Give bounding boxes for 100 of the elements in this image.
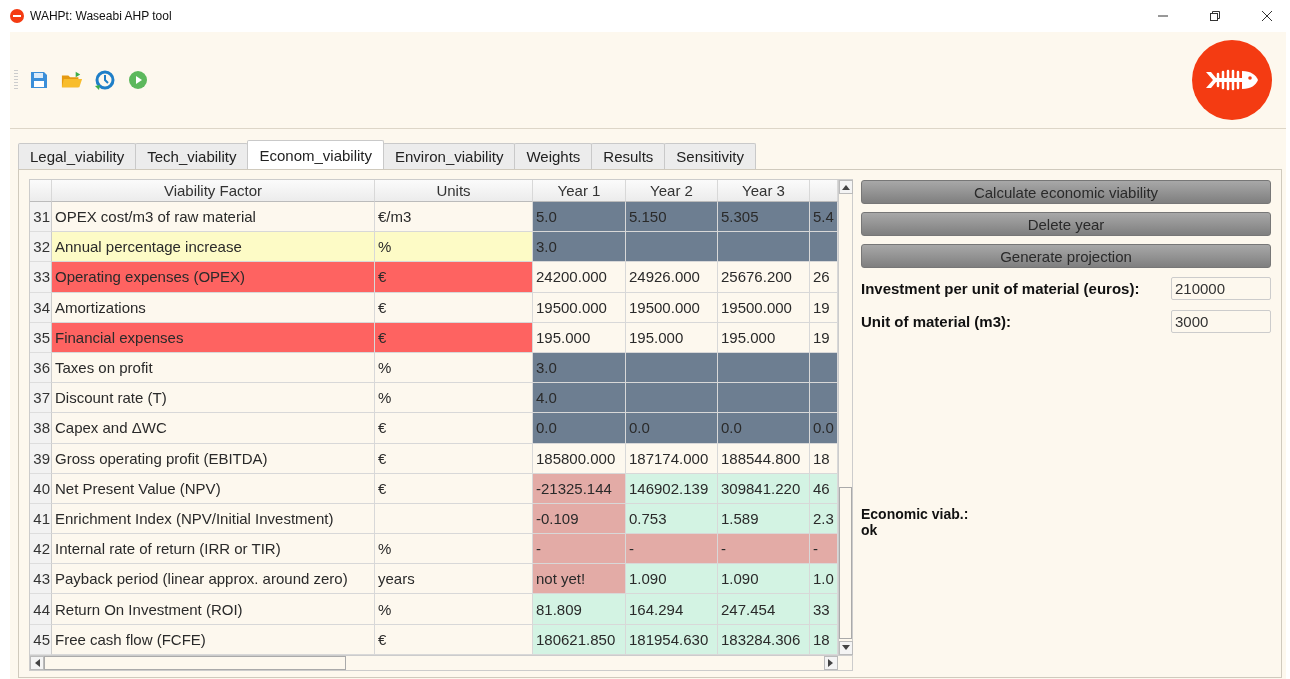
table-cell: € <box>375 624 533 655</box>
table-cell: € <box>375 292 533 323</box>
table-cell: 19500.000 <box>533 292 626 323</box>
table-cell: €/m3 <box>375 202 533 233</box>
table-cell: 18 <box>810 624 838 655</box>
tab[interactable]: Weights <box>514 143 593 169</box>
table-cell: 180621.850 <box>533 624 626 655</box>
table-cell: Financial expenses <box>52 322 375 353</box>
tab[interactable]: Tech_viability <box>135 143 249 169</box>
table-cell: 3.0 <box>533 352 626 384</box>
scroll-right-button[interactable] <box>824 656 838 670</box>
table-cell: 195.000 <box>718 322 810 353</box>
row-number: 41 <box>30 503 52 535</box>
table-cell: 0.0 <box>810 413 838 444</box>
table-cell: € <box>375 413 533 444</box>
row-number: 42 <box>30 534 52 565</box>
folder-icon <box>61 70 83 90</box>
scroll-thumb[interactable] <box>839 487 852 639</box>
table-cell: - <box>810 534 838 565</box>
restore-icon <box>1209 10 1221 22</box>
action-button[interactable]: Calculate economic viability <box>861 180 1271 204</box>
tab[interactable]: Legal_viability <box>18 143 137 169</box>
table-cell: - <box>626 534 718 565</box>
table-cell: 1.090 <box>718 564 810 595</box>
triangle-up-icon <box>842 184 850 190</box>
table-cell: 1.090 <box>626 564 718 595</box>
row-number: 44 <box>30 594 52 625</box>
window-title: WAHPt: Waseabi AHP tool <box>30 9 173 23</box>
triangle-left-icon <box>34 659 40 667</box>
action-button[interactable]: Delete year <box>861 212 1271 236</box>
table-cell: % <box>375 534 533 565</box>
table-cell: 25676.200 <box>718 262 810 293</box>
table-cell: Annual percentage increase <box>52 232 375 263</box>
table-cell: 0.0 <box>718 413 810 444</box>
vertical-scrollbar[interactable] <box>838 180 852 655</box>
row-number: 39 <box>30 443 52 474</box>
table-cell: 2.3 <box>810 503 838 535</box>
table-cell: 3.0 <box>533 232 626 263</box>
table-cell: % <box>375 594 533 625</box>
table-cell: Return On Investment (ROI) <box>52 594 375 625</box>
table-cell: % <box>375 383 533 414</box>
table-cell: 0.0 <box>533 413 626 444</box>
row-number: 45 <box>30 624 52 655</box>
input-field[interactable]: 210000 <box>1171 277 1271 300</box>
table-cell: € <box>375 473 533 504</box>
table-cell: 19500.000 <box>718 292 810 323</box>
table-cell: 24926.000 <box>626 262 718 293</box>
table-cell: 19 <box>810 292 838 323</box>
table-cell: 1.0 <box>810 564 838 595</box>
column-header: Year 1 <box>533 180 626 202</box>
tab[interactable]: Results <box>591 143 666 169</box>
table-cell: 181954.630 <box>626 624 718 655</box>
clock-icon <box>94 69 116 91</box>
row-number: 33 <box>30 262 52 293</box>
table-cell: -21325.144 <box>533 473 626 504</box>
table-cell: years <box>375 564 533 595</box>
horizontal-scrollbar[interactable] <box>30 655 852 670</box>
table-cell: Gross operating profit (EBITDA) <box>52 443 375 474</box>
table-cell: 0.753 <box>626 503 718 535</box>
table-cell: Net Present Value (NPV) <box>52 473 375 504</box>
table-cell: 5.4 <box>810 202 838 233</box>
table-cell: 188544.800 <box>718 443 810 474</box>
input-field[interactable]: 3000 <box>1171 310 1271 333</box>
action-button[interactable]: Generate projection <box>861 244 1271 268</box>
row-number: 43 <box>30 564 52 595</box>
table-cell: € <box>375 443 533 474</box>
scroll-thumb[interactable] <box>44 656 346 670</box>
table-cell: - <box>718 534 810 565</box>
row-number: 31 <box>30 202 52 233</box>
table-cell: € <box>375 322 533 353</box>
tab[interactable]: Sensitivity <box>664 143 756 169</box>
tab[interactable]: Econom_viability <box>247 140 384 169</box>
table-cell: 18 <box>810 443 838 474</box>
table-cell: Amortizations <box>52 292 375 323</box>
table-cell: 146902.139 <box>626 473 718 504</box>
row-number: 38 <box>30 413 52 444</box>
row-number: 37 <box>30 383 52 414</box>
table-cell: 5.150 <box>626 202 718 233</box>
table-cell: Taxes on profit <box>52 352 375 384</box>
play-icon <box>128 70 148 90</box>
scroll-left-button[interactable] <box>30 656 44 670</box>
column-header: Viability Factor <box>52 180 375 202</box>
table-cell: Capex and ΔWC <box>52 413 375 444</box>
table-cell: 81.809 <box>533 594 626 625</box>
table-cell: - <box>533 534 626 565</box>
table-cell: not yet! <box>533 564 626 595</box>
table-cell: Internal rate of return (IRR or TIR) <box>52 534 375 565</box>
scroll-down-button[interactable] <box>839 641 853 655</box>
triangle-right-icon <box>828 659 834 667</box>
save-icon <box>29 70 49 90</box>
table-cell: 195.000 <box>626 322 718 353</box>
row-number: 40 <box>30 473 52 504</box>
table-cell: Enrichment Index (NPV/Initial Investment) <box>52 503 375 535</box>
table-cell: 0.0 <box>626 413 718 444</box>
tab[interactable]: Environ_viability <box>383 143 516 169</box>
triangle-down-icon <box>842 645 850 651</box>
field-label: Investment per unit of material (euros): <box>861 280 1140 297</box>
row-number: 32 <box>30 232 52 263</box>
scroll-up-button[interactable] <box>839 180 853 194</box>
table-cell: 309841.220 <box>718 473 810 504</box>
